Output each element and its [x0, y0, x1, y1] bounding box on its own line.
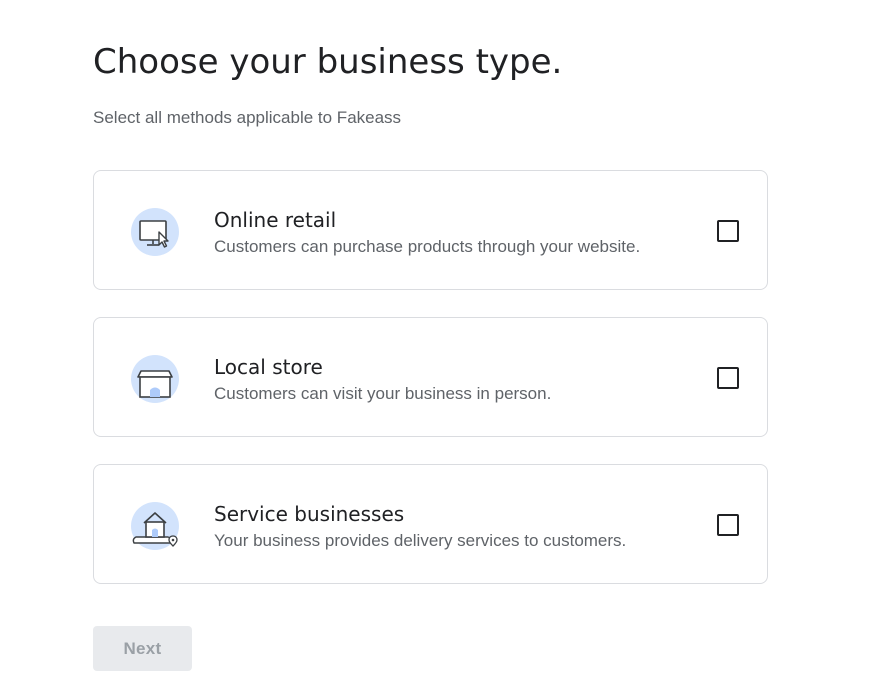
service-businesses-checkbox[interactable] — [717, 514, 739, 536]
option-title: Online retail — [214, 208, 337, 232]
option-card-online-retail[interactable]: Online retail Customers can purchase pro… — [93, 170, 768, 290]
option-description: Customers can visit your business in per… — [214, 384, 552, 403]
option-description: Customers can purchase products through … — [214, 237, 641, 256]
computer-cursor-icon — [128, 205, 182, 259]
next-button[interactable]: Next — [93, 626, 192, 671]
option-card-service-businesses[interactable]: Service businesses Your business provide… — [93, 464, 768, 584]
page-title: Choose your business type. — [93, 42, 563, 82]
option-card-local-store[interactable]: Local store Customers can visit your bus… — [93, 317, 768, 437]
option-title: Service businesses — [214, 502, 405, 526]
option-description: Your business provides delivery services… — [214, 531, 627, 550]
local-store-checkbox[interactable] — [717, 367, 739, 389]
online-retail-checkbox[interactable] — [717, 220, 739, 242]
option-title: Local store — [214, 355, 323, 379]
page-subtitle: Select all methods applicable to Fakeass — [93, 108, 402, 127]
home-delivery-icon — [128, 499, 182, 553]
storefront-icon — [128, 352, 182, 406]
